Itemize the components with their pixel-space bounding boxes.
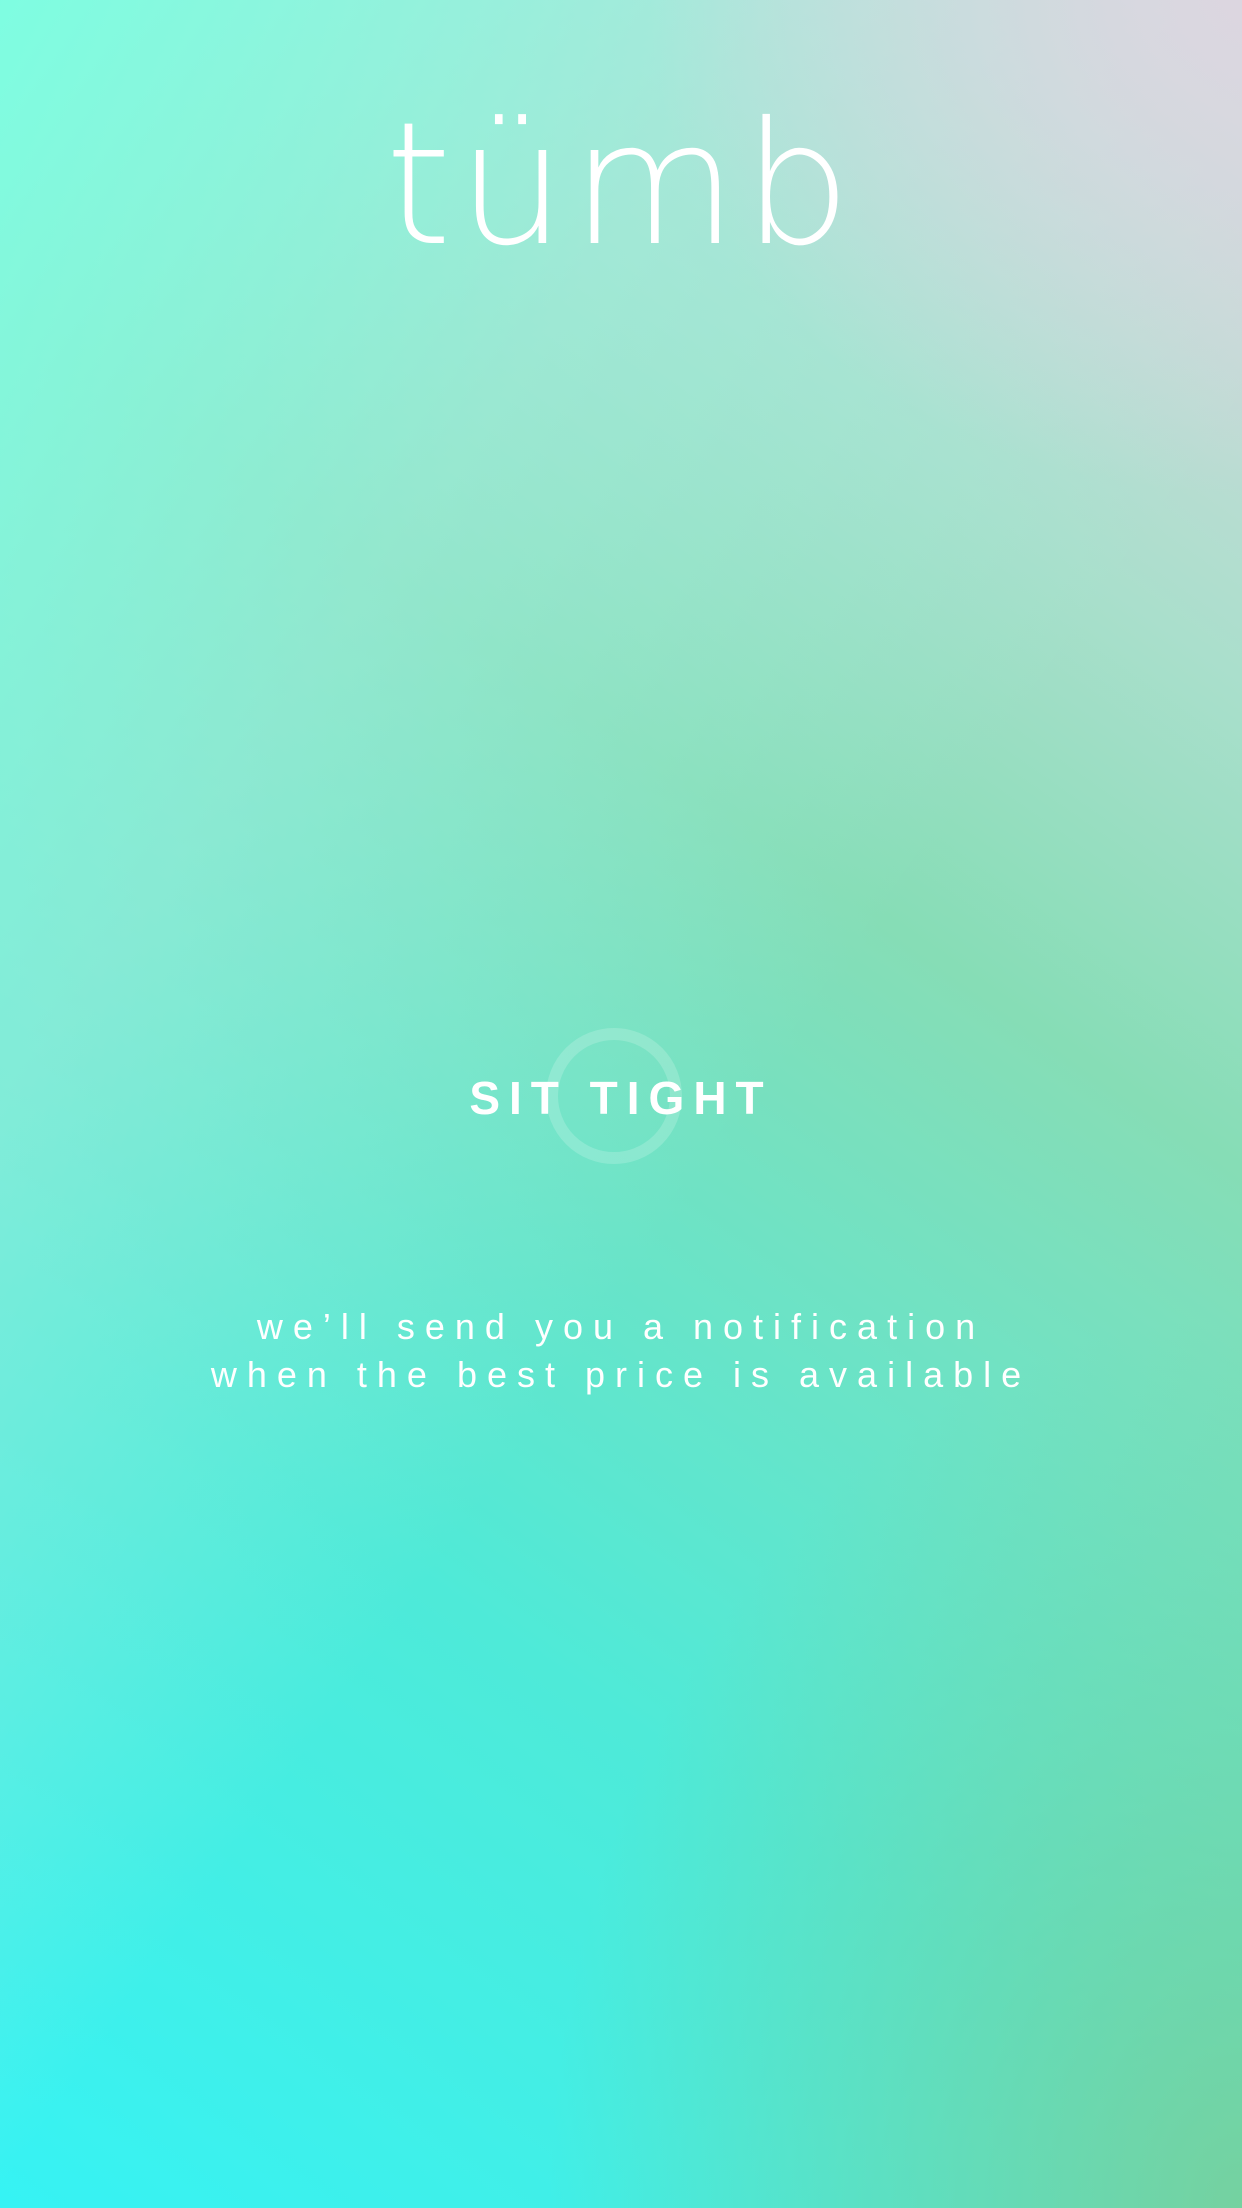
status-headline: SIT TIGHT xyxy=(469,1072,773,1124)
background-tint-bottom-right xyxy=(542,1308,1242,2208)
status-message: we’ll send you a notification when the b… xyxy=(0,1303,1242,1399)
waiting-screen: tümb SIT TIGHT we’ll send you a notifica… xyxy=(0,0,1242,2208)
status-message-line-1: we’ll send you a notification xyxy=(256,1306,986,1347)
app-logo: tümb xyxy=(385,86,857,284)
status-message-line-2: when the best price is available xyxy=(210,1354,1032,1395)
